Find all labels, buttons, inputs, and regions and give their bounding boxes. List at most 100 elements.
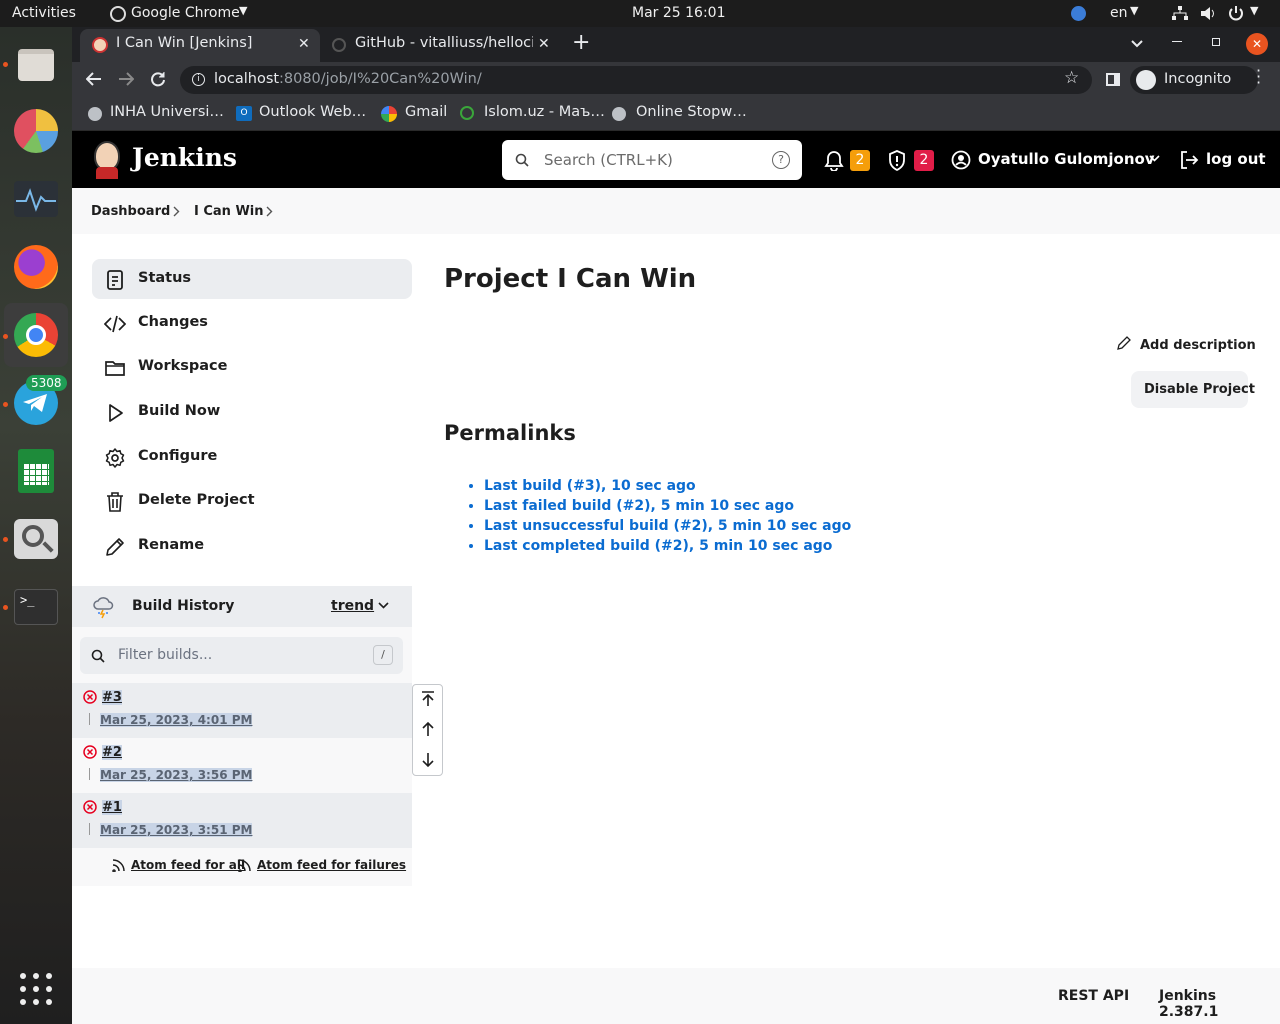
permalink-last-unsuccessful[interactable]: Last unsuccessful build (#2), 5 min 10 s… [484,518,851,534]
build-date[interactable]: Mar 25, 2023, 3:51 PM [100,823,253,837]
scroll-up-icon[interactable] [421,721,435,737]
add-description-link[interactable]: Add description [1140,338,1256,353]
sidebar-item-label: Delete Project [138,492,255,508]
permalink-last-failed[interactable]: Last failed build (#2), 5 min 10 sec ago [484,498,851,514]
sidebar-item-workspace[interactable]: Workspace [92,347,412,387]
back-icon[interactable] [86,72,102,86]
url-path: :8080/job/I%20Can%20Win/ [279,71,482,87]
app-menu[interactable]: Google Chrome [131,5,240,21]
tab-github[interactable]: GitHub - vitalliuss/helloci ✕ [324,29,556,62]
scroll-down-icon[interactable] [421,752,435,768]
security-badge[interactable]: 2 [914,150,934,171]
sidebar-item-build-now[interactable]: Build Now [92,392,412,432]
build-history-header: Build History trend [72,586,412,627]
user-avatar-icon[interactable] [951,150,971,170]
reload-icon[interactable] [150,71,166,87]
system-menu-arrow-icon: ▼ [1250,4,1259,17]
pie-app-icon[interactable] [12,107,60,155]
bookmark-stopwatch[interactable]: Online Stopw… [636,104,747,120]
build-date[interactable]: Mar 25, 2023, 3:56 PM [100,768,253,782]
build-history-scroll-controls [412,684,443,776]
minimize-icon[interactable] [1172,41,1182,42]
sidebar-item-changes[interactable]: Changes [92,303,412,343]
sidebar-item-configure[interactable]: Configure [92,437,412,477]
window-close-icon[interactable]: ✕ [1246,33,1268,55]
new-tab-icon[interactable]: + [572,30,590,55]
site-info-icon[interactable]: i [192,73,205,86]
user-name[interactable]: Oyatullo Gulomjonov [978,150,1155,168]
jenkins-title[interactable]: Jenkins [132,143,237,172]
build-row[interactable]: #3 Mar 25, 2023, 4:01 PM [72,683,412,738]
build-row[interactable]: #1 Mar 25, 2023, 3:51 PM [72,793,412,848]
chevron-down-icon[interactable] [378,602,389,609]
atom-feed-all-link[interactable]: Atom feed for all [131,858,245,872]
system-monitor-icon[interactable] [12,175,60,223]
files-icon[interactable] [12,41,60,89]
chevron-down-icon[interactable] [1149,155,1160,162]
sidebar-item-rename[interactable]: Rename [92,526,412,566]
sidebar-item-status[interactable]: Status [92,259,412,299]
bookmark-inha[interactable]: INHA Universi… [110,104,224,120]
volume-icon[interactable] [1200,6,1216,21]
build-number[interactable]: #1 [102,800,122,815]
jenkins-favicon-icon [92,37,108,53]
scroll-top-icon[interactable] [421,691,435,707]
bookmark-islom[interactable]: Islom.uz - Маъ… [484,104,605,120]
logout-icon[interactable] [1179,150,1199,170]
address-bar[interactable]: i localhost :8080/job/I%20Can%20Win/ ☆ [180,66,1092,94]
network-icon[interactable] [1172,6,1188,21]
rest-api-link[interactable]: REST API [1058,988,1129,1004]
maximize-icon[interactable] [1212,38,1220,46]
close-icon[interactable]: ✕ [298,36,310,52]
build-number[interactable]: #2 [102,745,122,760]
tab-search-icon[interactable] [1131,40,1143,48]
disable-project-button[interactable]: Disable Project [1131,371,1255,408]
terminal-icon[interactable]: >_ [12,583,60,631]
tab-jenkins[interactable]: I Can Win [Jenkins] ✕ [80,29,320,62]
permalinks-title: Permalinks [444,421,576,445]
firefox-icon[interactable] [12,243,60,291]
permalink-last-build[interactable]: Last build (#3), 10 sec ago [484,478,851,494]
search-input[interactable]: Search (CTRL+K) ? [502,140,802,180]
activities-button[interactable]: Activities [12,5,76,21]
jenkins-version-link[interactable]: Jenkins 2.387.1 [1159,988,1280,1020]
notifications-badge[interactable]: 2 [850,150,870,171]
trend-link[interactable]: trend [331,598,374,614]
forward-icon[interactable] [118,72,134,86]
chevron-right-icon [173,206,180,217]
power-icon[interactable] [1228,5,1244,21]
logout-link[interactable]: log out [1206,150,1266,168]
bookmark-star-icon[interactable]: ☆ [1064,68,1079,88]
telegram-badge: 5308 [26,375,67,391]
jenkins-logo-icon[interactable] [90,139,124,179]
build-number[interactable]: #3 [102,690,122,705]
network-globe-icon[interactable] [1071,6,1086,21]
breadcrumb-dashboard[interactable]: Dashboard [91,204,170,219]
permalink-last-completed[interactable]: Last completed build (#2), 5 min 10 sec … [484,538,851,554]
chevron-right-icon[interactable] [266,206,273,217]
app-grid-icon[interactable] [12,965,60,1013]
sidebar-item-label: Build Now [138,403,221,419]
bookmark-outlook[interactable]: Outlook Web… [259,104,366,120]
notifications-bell-icon[interactable] [824,150,844,171]
atom-feed-failures-link[interactable]: Atom feed for failures [257,858,406,872]
clock[interactable]: Mar 25 16:01 [632,5,725,21]
permalinks-list: Last build (#3), 10 sec ago Last failed … [484,478,851,558]
build-row[interactable]: #2 Mar 25, 2023, 3:56 PM [72,738,412,793]
security-shield-icon[interactable] [887,149,907,172]
chrome-icon[interactable] [4,303,68,367]
bookmark-gmail[interactable]: Gmail [405,104,447,120]
incognito-badge[interactable]: Incognito [1130,66,1258,94]
chrome-menu-icon[interactable]: · · · [1256,63,1261,91]
spreadsheet-icon[interactable] [12,447,60,495]
pencil-icon[interactable] [1117,335,1132,350]
breadcrumb-job[interactable]: I Can Win [194,204,264,219]
help-icon[interactable]: ? [772,151,790,169]
filter-builds-input[interactable]: Filter builds... / [80,637,403,674]
sidebar-item-delete-project[interactable]: Delete Project [92,481,412,521]
build-date[interactable]: Mar 25, 2023, 4:01 PM [100,713,253,727]
close-icon[interactable]: ✕ [538,36,550,52]
side-panel-icon[interactable] [1106,73,1120,86]
language-indicator[interactable]: en [1110,5,1128,21]
image-viewer-icon[interactable] [12,515,60,563]
